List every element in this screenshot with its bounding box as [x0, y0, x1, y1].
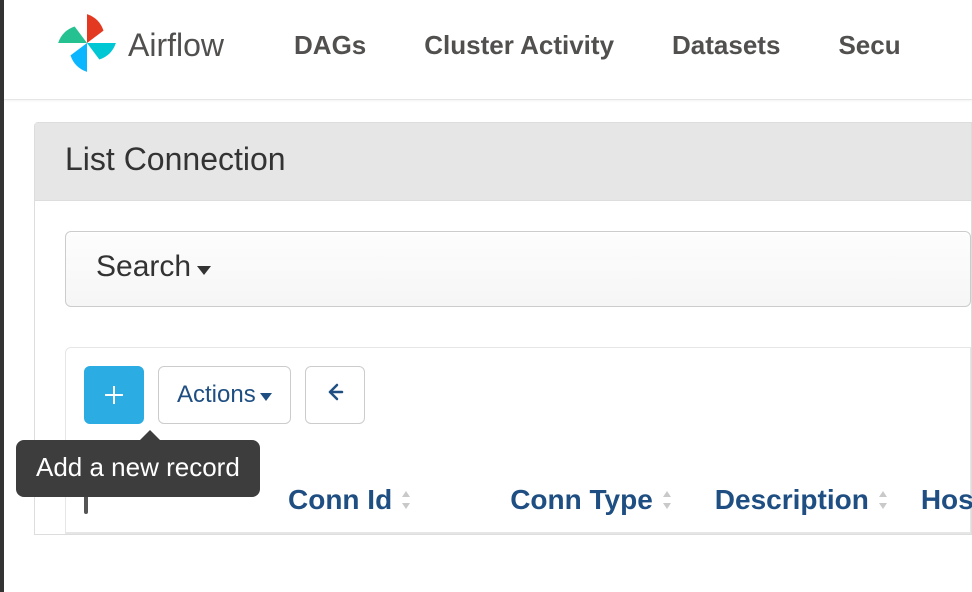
page-title: List Connection: [35, 123, 971, 201]
airflow-logo-icon: [54, 10, 120, 81]
sort-icon: [398, 489, 414, 511]
column-label: Description: [715, 484, 869, 516]
column-description[interactable]: Description: [715, 484, 891, 516]
list-connection-panel: List Connection Search Actions: [34, 122, 972, 535]
panel-body: Search Actions: [35, 201, 971, 534]
nav-security[interactable]: Secu: [838, 30, 900, 61]
search-dropdown[interactable]: Search: [65, 231, 971, 307]
table-columns: Conn Id Conn Type Descript: [288, 484, 972, 516]
table-toolbar-wrap: Actions Add a new record: [65, 347, 971, 534]
top-navbar: Airflow DAGs Cluster Activity Datasets S…: [4, 0, 972, 100]
search-label: Search: [96, 250, 191, 284]
actions-label: Actions: [177, 381, 256, 409]
column-label: Hos: [921, 484, 972, 516]
column-label: Conn Id: [288, 484, 392, 516]
sort-icon: [659, 489, 675, 511]
brand-name: Airflow: [128, 27, 224, 64]
table-divider: [66, 532, 970, 533]
column-conn-id[interactable]: Conn Id: [288, 484, 414, 516]
actions-dropdown[interactable]: Actions: [158, 366, 291, 424]
add-record-button[interactable]: [84, 366, 144, 424]
caret-down-icon: [260, 393, 272, 401]
caret-down-icon: [197, 266, 211, 275]
column-conn-type[interactable]: Conn Type: [510, 484, 675, 516]
table-toolbar: Actions: [84, 366, 970, 424]
nav-links: DAGs Cluster Activity Datasets Secu: [294, 30, 901, 61]
brand[interactable]: Airflow: [54, 10, 224, 81]
nav-dags[interactable]: DAGs: [294, 30, 366, 61]
nav-cluster-activity[interactable]: Cluster Activity: [424, 30, 614, 61]
sort-icon: [875, 489, 891, 511]
column-label: Conn Type: [510, 484, 653, 516]
add-record-tooltip: Add a new record: [16, 440, 260, 497]
nav-datasets[interactable]: Datasets: [672, 30, 780, 61]
column-host[interactable]: Hos: [921, 484, 972, 516]
plus-icon: [102, 383, 126, 407]
page: List Connection Search Actions: [4, 122, 972, 535]
arrow-left-icon: [323, 380, 347, 411]
reset-filters-button[interactable]: [305, 366, 365, 424]
